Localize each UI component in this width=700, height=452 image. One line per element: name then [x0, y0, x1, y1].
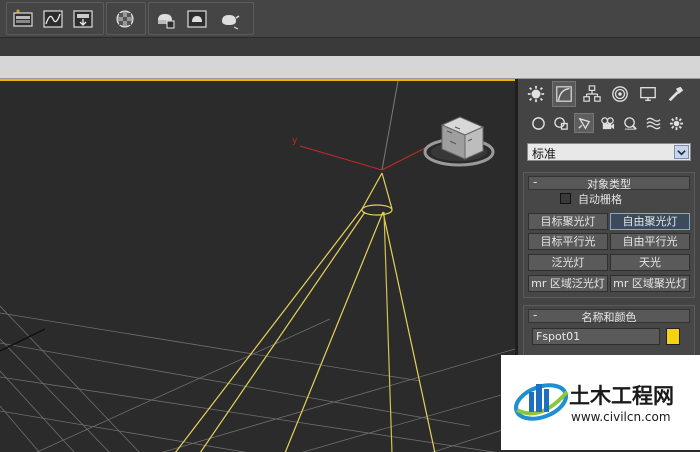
material-editor-icon[interactable] — [113, 7, 137, 31]
lights-icon[interactable] — [574, 113, 594, 133]
helpers-icon[interactable] — [620, 113, 640, 133]
cameras-icon[interactable] — [597, 113, 617, 133]
toolbar-group-render — [148, 2, 254, 35]
skylight-button[interactable]: 天光 — [610, 254, 690, 271]
free-direct-button[interactable]: 自由平行光 — [610, 233, 690, 250]
toolbar-group-material — [106, 2, 146, 35]
category-dropdown[interactable]: 标准 — [527, 143, 691, 161]
watermark: 土木工程网 www.civilcn.com — [501, 355, 700, 450]
hierarchy-tab-icon[interactable] — [580, 81, 604, 107]
gizmo-x-axis — [299, 145, 383, 171]
create-tab-icon[interactable] — [524, 81, 548, 107]
watermark-url: www.civilcn.com — [571, 410, 671, 424]
mr-area-omni-button[interactable]: mr 区域泛光灯 — [528, 275, 608, 292]
space-warps-icon[interactable] — [643, 113, 663, 133]
ribbon-strip — [0, 56, 700, 79]
display-tab-icon[interactable] — [636, 81, 660, 107]
watermark-logo — [514, 383, 569, 421]
watermark-title: 土木工程网 — [569, 384, 674, 408]
target-direct-button[interactable]: 目标平行光 — [528, 233, 608, 250]
home-grid — [0, 305, 515, 452]
object-color-swatch[interactable] — [666, 328, 680, 345]
rendered-frame-icon[interactable] — [185, 7, 209, 31]
mr-area-spot-button[interactable]: mr 区域聚光灯 — [610, 275, 690, 292]
category-dropdown-value: 标准 — [532, 147, 557, 161]
command-panel-tabs — [522, 81, 696, 109]
omni-button[interactable]: 泛光灯 — [528, 254, 608, 271]
viewcube[interactable] — [423, 116, 495, 167]
auto-grid-label: 自动栅格 — [578, 193, 622, 206]
object-type-title: 对象类型 — [587, 178, 631, 191]
world-axis-x — [0, 328, 46, 352]
toolbar-group-scene — [6, 2, 104, 35]
shapes-icon[interactable] — [551, 113, 571, 133]
target-spot-button[interactable]: 目标聚光灯 — [528, 213, 608, 230]
object-name-field[interactable]: Fspot01 — [532, 328, 660, 345]
perspective-viewport[interactable]: y — [0, 79, 515, 452]
axis-label-y: y — [292, 136, 298, 146]
modify-tab-icon[interactable] — [552, 81, 576, 107]
utilities-tab-icon[interactable] — [664, 81, 688, 107]
render-teapot-icon[interactable] — [217, 7, 241, 31]
layer-manager-icon[interactable] — [11, 7, 35, 31]
create-categories — [526, 113, 696, 135]
auto-grid-checkbox[interactable] — [560, 193, 571, 204]
schematic-view-icon[interactable] — [71, 7, 95, 31]
object-type-rollout: - 对象类型 自动栅格 目标聚光灯 自由聚光灯 目标平行光 自由平行光 泛光灯 … — [523, 172, 695, 298]
geometry-icon[interactable] — [528, 113, 548, 133]
menu-strip — [0, 38, 700, 56]
name-color-title: 名称和颜色 — [581, 311, 637, 324]
systems-icon[interactable] — [666, 113, 686, 133]
main-toolbar — [0, 0, 700, 38]
viewport-scene: y — [0, 81, 515, 452]
free-spot-button[interactable]: 自由聚光灯 — [610, 213, 690, 230]
curve-editor-icon[interactable] — [41, 7, 65, 31]
object-type-rollout-header[interactable]: - 对象类型 — [528, 175, 690, 191]
chevron-down-icon[interactable] — [674, 145, 689, 159]
gizmo-z-axis — [381, 81, 399, 171]
name-color-rollout-header[interactable]: - 名称和颜色 — [528, 308, 690, 324]
motion-tab-icon[interactable] — [608, 81, 632, 107]
render-setup-icon[interactable] — [153, 7, 177, 31]
